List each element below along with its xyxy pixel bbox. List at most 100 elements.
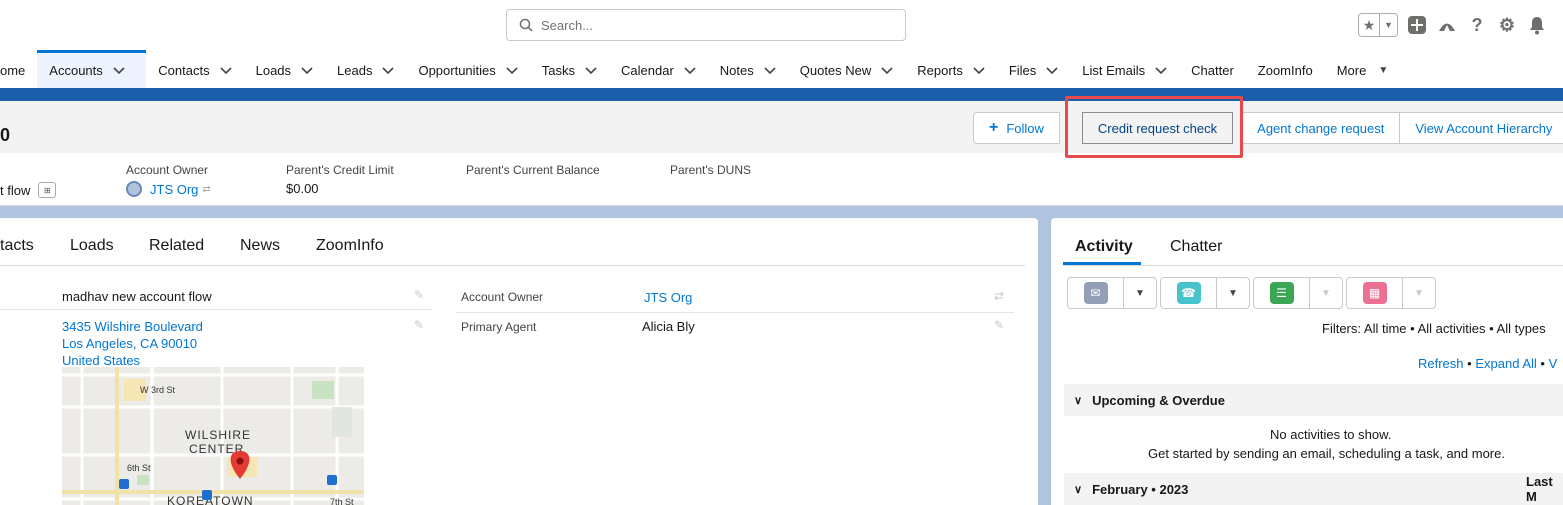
task-icon[interactable]: ☰ — [1269, 282, 1294, 304]
email-icon[interactable]: ✉ — [1083, 282, 1108, 304]
change-owner-icon[interactable]: ⇄ — [994, 289, 1004, 303]
app-nav-bar: ome Accounts Contacts Loads Leads Opport… — [0, 50, 1563, 88]
event-publisher[interactable]: ▦ ▼ — [1346, 277, 1436, 309]
chevron-down-icon[interactable]: ▼ — [1217, 278, 1249, 308]
chevron-down-icon[interactable]: ▼ — [1124, 278, 1156, 308]
chevron-down-icon[interactable] — [220, 66, 232, 75]
record-detail-card: tacts Loads Related News ZoomInfo madhav… — [0, 218, 1038, 505]
chevron-down-icon[interactable] — [585, 66, 597, 75]
tab-activity[interactable]: Activity — [1075, 238, 1133, 256]
chevron-down-icon[interactable] — [113, 66, 125, 75]
billing-address[interactable]: 3435 Wilshire Boulevard Los Angeles, CA … — [62, 318, 203, 369]
nav-item-home[interactable]: ome — [0, 50, 37, 88]
nav-item-chatter[interactable]: Chatter — [1179, 50, 1246, 88]
favorites-button[interactable]: ★ ▼ — [1358, 13, 1398, 37]
global-search-input[interactable]: Search... — [506, 9, 906, 41]
nav-item-tasks[interactable]: Tasks — [530, 50, 609, 88]
tab-news[interactable]: News — [240, 237, 280, 255]
nav-item-quotes-new[interactable]: Quotes New — [788, 50, 906, 88]
nav-item-contacts[interactable]: Contacts — [146, 50, 243, 88]
nav-item-list-emails[interactable]: List Emails — [1070, 50, 1179, 88]
edit-pencil-icon[interactable]: ✎ — [414, 288, 424, 302]
chevron-down-icon[interactable]: ∨ — [1074, 483, 1082, 496]
tab-related[interactable]: Related — [149, 237, 204, 255]
credit-limit-label: Parent's Credit Limit — [286, 163, 394, 177]
nav-more-button[interactable]: More ▼ — [1325, 50, 1401, 88]
nav-item-reports[interactable]: Reports — [905, 50, 997, 88]
plus-icon[interactable] — [1406, 14, 1428, 36]
activity-filters[interactable]: Filters: All time • All activities • All… — [1322, 321, 1546, 336]
nav-item-calendar[interactable]: Calendar — [609, 50, 708, 88]
help-icon[interactable]: ? — [1466, 14, 1488, 36]
nav-label: ome — [0, 63, 26, 78]
tab-chatter[interactable]: Chatter — [1170, 238, 1222, 256]
nav-label: Calendar — [621, 63, 674, 78]
bell-icon[interactable] — [1526, 14, 1548, 36]
nav-item-leads[interactable]: Leads — [325, 50, 406, 88]
nav-label: Chatter — [1191, 63, 1234, 78]
edit-pencil-icon[interactable]: ✎ — [414, 318, 424, 332]
tab-contacts[interactable]: tacts — [0, 237, 34, 255]
nav-item-files[interactable]: Files — [997, 50, 1070, 88]
view-hierarchy-label: View Account Hierarchy — [1415, 120, 1553, 136]
address-map[interactable]: W 3rd St WILSHIRE CENTER 6th St KOREATOW… — [62, 367, 364, 505]
gear-icon[interactable]: ⚙ — [1496, 14, 1518, 36]
email-publisher[interactable]: ✉ ▼ — [1067, 277, 1157, 309]
highlight-current-balance: Parent's Current Balance — [466, 163, 600, 177]
owner-field-link[interactable]: JTS Org — [644, 289, 692, 306]
month-section[interactable]: ∨ February • 2023 Last M — [1064, 473, 1563, 505]
chevron-down-icon[interactable]: ▼ — [1403, 278, 1435, 308]
chevron-down-icon[interactable] — [382, 66, 395, 75]
change-owner-icon[interactable]: ⇄ — [202, 184, 210, 195]
nav-item-notes[interactable]: Notes — [708, 50, 788, 88]
global-header: Search... ★ ▼ ? ⚙ — [0, 0, 1563, 50]
task-publisher[interactable]: ☰ ▼ — [1253, 277, 1343, 309]
calendar-icon[interactable]: ▦ — [1362, 282, 1387, 304]
nav-item-opportunities[interactable]: Opportunities — [406, 50, 529, 88]
brand-band — [0, 88, 1563, 101]
expand-all-link[interactable]: Expand All — [1475, 356, 1536, 371]
nav-label: Quotes New — [799, 63, 872, 78]
upcoming-overdue-section[interactable]: ∨ Upcoming & Overdue — [1064, 384, 1563, 416]
call-publisher[interactable]: ☎ ▼ — [1160, 277, 1250, 309]
record-tabs: tacts Loads Related News ZoomInfo — [0, 218, 1025, 266]
annotation-highlight-box — [1065, 96, 1243, 158]
follow-button[interactable]: + Follow — [973, 112, 1060, 144]
chevron-down-icon[interactable] — [881, 66, 893, 75]
chevron-down-icon[interactable] — [764, 66, 776, 75]
view-account-hierarchy-button[interactable]: View Account Hierarchy — [1399, 112, 1563, 144]
nav-label: List Emails — [1082, 63, 1146, 78]
hierarchy-icon[interactable]: ⊞ — [38, 182, 57, 198]
view-all-link[interactable]: V — [1549, 356, 1558, 371]
chevron-down-icon[interactable] — [301, 66, 313, 75]
tab-zoominfo[interactable]: ZoomInfo — [316, 237, 384, 255]
chevron-down-icon[interactable]: ▼ — [1379, 14, 1397, 36]
refresh-link[interactable]: Refresh — [1418, 356, 1464, 371]
edit-pencil-icon[interactable]: ✎ — [994, 318, 1004, 332]
record-highlights-panel: 0 + Follow Credit request check Agent cha… — [0, 101, 1563, 206]
chevron-down-icon[interactable] — [973, 66, 985, 75]
nav-label: ZoomInfo — [1257, 63, 1313, 78]
chevron-down-icon[interactable] — [684, 66, 696, 75]
agent-change-request-button[interactable]: Agent change request — [1241, 112, 1401, 144]
chevron-down-icon[interactable] — [1046, 66, 1058, 75]
nav-item-loads[interactable]: Loads — [244, 50, 325, 88]
primary-agent-label: Primary Agent — [461, 320, 537, 334]
nav-item-zoominfo[interactable]: ZoomInfo — [1246, 50, 1325, 88]
chevron-down-icon[interactable]: ∨ — [1074, 394, 1082, 407]
address-line-2[interactable]: Los Angeles, CA 90010 — [62, 335, 203, 352]
separator: • — [1540, 356, 1549, 371]
chevron-down-icon[interactable] — [506, 66, 518, 75]
no-activities-text: No activities to show. — [1270, 427, 1392, 442]
chevron-down-icon[interactable] — [1155, 66, 1167, 75]
star-icon[interactable]: ★ — [1359, 14, 1379, 36]
address-line-1[interactable]: 3435 Wilshire Boulevard — [62, 318, 203, 335]
nav-item-accounts[interactable]: Accounts — [37, 50, 147, 88]
highlight-account-owner: Account Owner JTS Org ⇄ — [126, 163, 211, 197]
phone-icon[interactable]: ☎ — [1176, 282, 1201, 304]
chevron-down-icon[interactable]: ▼ — [1310, 278, 1342, 308]
trailhead-icon[interactable] — [1436, 14, 1458, 36]
search-icon — [519, 18, 533, 32]
owner-link[interactable]: JTS Org — [150, 182, 198, 197]
tab-loads[interactable]: Loads — [70, 237, 114, 255]
